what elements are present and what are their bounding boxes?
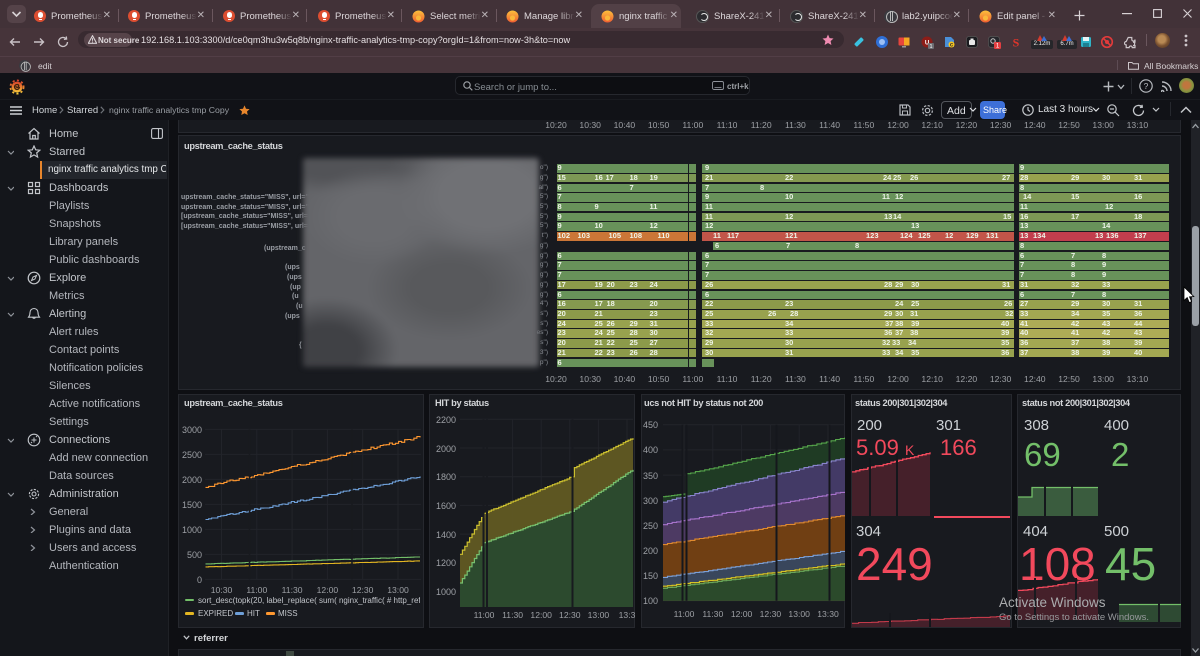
svg-text:1: 1 (929, 44, 932, 49)
svg-text:S: S (1013, 36, 1020, 49)
svg-text:?: ? (1144, 81, 1149, 91)
